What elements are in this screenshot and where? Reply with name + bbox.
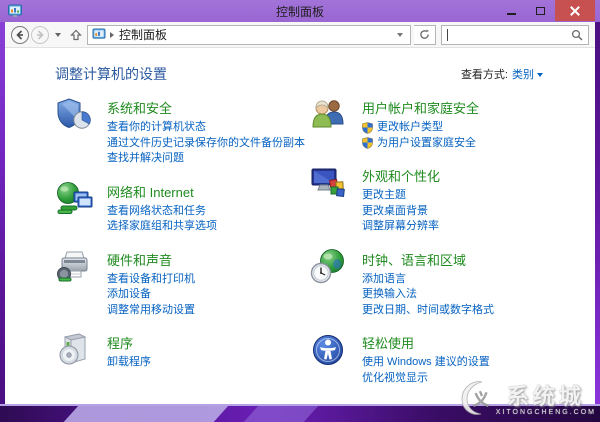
navigation-bar: 控制面板 xyxy=(5,22,595,48)
view-by-selector[interactable]: 类别 xyxy=(512,66,543,82)
category-title-link[interactable]: 轻松使用 xyxy=(362,333,490,352)
control-panel-app-icon xyxy=(8,4,22,17)
address-dropdown-icon[interactable] xyxy=(397,32,403,37)
category-title-link[interactable]: 网络和 Internet xyxy=(107,182,217,201)
forward-button[interactable] xyxy=(31,25,49,44)
address-control-panel-icon xyxy=(92,28,106,39)
view-by-label: 查看方式: xyxy=(460,69,508,81)
task-link-with-shield[interactable]: 为用户设置家庭安全 xyxy=(362,136,479,152)
category-network-internet: 网络和 Internet 查看网络状态和任务 选择家庭组和共享选项 xyxy=(55,180,310,235)
category-title-link[interactable]: 时钟、语言和区域 xyxy=(362,250,494,269)
maximize-button[interactable] xyxy=(526,0,555,21)
clock-language-icon xyxy=(310,248,344,283)
category-title-link[interactable]: 硬件和声音 xyxy=(107,250,195,269)
recent-pages-dropdown-icon[interactable] xyxy=(55,32,61,37)
network-internet-icon xyxy=(57,181,93,214)
task-link[interactable]: 添加语言 xyxy=(362,272,494,288)
task-link-with-shield[interactable]: 更改帐户类型 xyxy=(362,120,479,136)
back-arrow-icon xyxy=(16,29,23,40)
address-bar[interactable]: 控制面板 xyxy=(87,24,411,45)
task-link[interactable]: 使用 Windows 建议的设置 xyxy=(362,355,490,371)
maximize-icon xyxy=(536,6,545,15)
task-link[interactable]: 调整屏幕分辨率 xyxy=(362,219,440,235)
category-title-link[interactable]: 程序 xyxy=(107,333,151,352)
forward-arrow-icon xyxy=(37,29,44,40)
appearance-icon xyxy=(311,168,345,197)
view-by-dropdown-icon xyxy=(537,72,543,77)
task-link[interactable]: 更改日期、时间或数字格式 xyxy=(362,303,494,319)
task-link[interactable]: 更改桌面背景 xyxy=(362,204,440,220)
programs-icon xyxy=(59,333,87,365)
category-appearance: 外观和个性化 更改主题 更改桌面背景 调整屏幕分辨率 xyxy=(310,164,565,235)
task-link[interactable]: 添加设备 xyxy=(107,287,195,303)
text-caret xyxy=(447,28,448,41)
ease-of-access-icon xyxy=(313,335,343,365)
category-programs: 程序 卸载程序 xyxy=(55,331,310,371)
category-clock-language: 时钟、语言和区域 添加语言 更换输入法 更改日期、时间或数字格式 xyxy=(310,248,565,319)
category-system-security: 系统和安全 查看你的计算机状态 通过文件历史记录保存你的文件备份副本 查找并解决… xyxy=(55,96,310,167)
category-user-accounts: 用户帐户和家庭安全 更改帐户类型 为用户设置家庭安全 xyxy=(310,96,565,151)
uac-shield-icon xyxy=(362,121,373,134)
minimize-icon xyxy=(507,13,516,15)
task-link[interactable]: 查看网络状态和任务 xyxy=(107,204,217,220)
task-link[interactable]: 查找并解决问题 xyxy=(107,151,305,167)
category-title-link[interactable]: 用户帐户和家庭安全 xyxy=(362,98,479,117)
search-input[interactable] xyxy=(441,24,589,45)
desktop-wallpaper-strip xyxy=(0,404,600,422)
search-icon xyxy=(571,29,583,41)
category-title-link[interactable]: 外观和个性化 xyxy=(362,166,440,185)
uac-shield-icon xyxy=(362,137,373,150)
back-button[interactable] xyxy=(11,25,29,44)
close-icon xyxy=(570,6,580,16)
task-link[interactable]: 调整常用移动设置 xyxy=(107,303,195,319)
task-link[interactable]: 选择家庭组和共享选项 xyxy=(107,219,217,235)
task-link[interactable]: 卸载程序 xyxy=(107,355,151,371)
task-link[interactable]: 更换输入法 xyxy=(362,287,494,303)
close-button[interactable] xyxy=(555,0,595,21)
left-column: 系统和安全 查看你的计算机状态 通过文件历史记录保存你的文件备份副本 查找并解决… xyxy=(55,96,310,399)
task-link[interactable]: 查看设备和打印机 xyxy=(107,272,195,288)
control-panel-home: 调整计算机的设置 查看方式: 类别 系统和安全 查看你的计算机状态 通过文件历史… xyxy=(5,48,595,404)
system-security-icon xyxy=(57,98,91,129)
up-button[interactable] xyxy=(70,29,82,41)
breadcrumb-chevron-icon xyxy=(110,31,114,38)
task-link[interactable]: 优化视觉显示 xyxy=(362,371,490,387)
title-bar: 控制面板 xyxy=(0,0,600,22)
page-title: 调整计算机的设置 xyxy=(55,66,167,82)
right-column: 用户帐户和家庭安全 更改帐户类型 为用户设置家庭安全 外观和个性化 更改主题 更… xyxy=(310,96,565,399)
category-ease-of-access: 轻松使用 使用 Windows 建议的设置 优化视觉显示 xyxy=(310,331,565,386)
user-accounts-icon xyxy=(312,100,344,128)
refresh-icon xyxy=(420,29,430,39)
category-title-link[interactable]: 系统和安全 xyxy=(107,98,305,117)
task-link[interactable]: 查看你的计算机状态 xyxy=(107,120,305,136)
category-hardware-sound: 硬件和声音 查看设备和打印机 添加设备 调整常用移动设置 xyxy=(55,248,310,319)
hardware-sound-icon xyxy=(57,251,88,281)
control-panel-window: 控制面板 控制面板 调整计算机的设置 查看方式: 类别 系统和安全 查看你的计算… xyxy=(0,0,600,404)
task-link[interactable]: 通过文件历史记录保存你的文件备份副本 xyxy=(107,136,305,152)
refresh-button[interactable] xyxy=(414,24,436,45)
task-link[interactable]: 更改主题 xyxy=(362,188,440,204)
window-border-right xyxy=(595,22,600,404)
minimize-button[interactable] xyxy=(497,0,526,21)
breadcrumb: 控制面板 xyxy=(119,28,168,42)
